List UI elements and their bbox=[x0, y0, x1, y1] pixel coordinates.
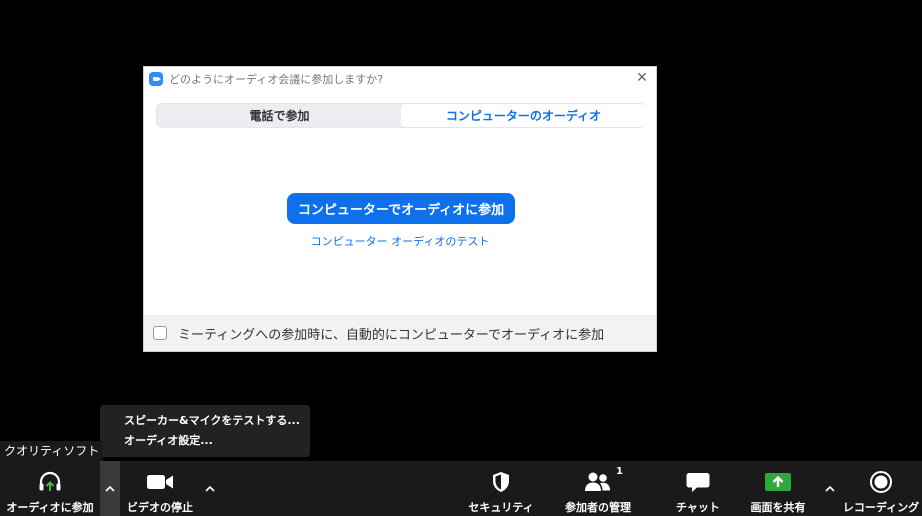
share-screen-icon bbox=[764, 467, 792, 497]
stop-video-button[interactable]: ビデオの停止 bbox=[120, 461, 200, 516]
chevron-up-icon bbox=[825, 485, 835, 492]
share-screen-button[interactable]: 画面を共有 bbox=[738, 461, 818, 516]
recording-label: レコーディング bbox=[842, 501, 920, 514]
chat-label: チャット bbox=[676, 501, 720, 514]
share-options-chevron[interactable] bbox=[820, 461, 840, 516]
join-audio-label: オーディオに参加 bbox=[6, 501, 94, 514]
shield-icon bbox=[491, 467, 511, 497]
tab-phone[interactable]: 電話で参加 bbox=[157, 104, 402, 127]
chevron-up-icon bbox=[205, 485, 215, 492]
headphones-icon bbox=[37, 467, 63, 497]
share-screen-label: 画面を共有 bbox=[750, 501, 806, 514]
audio-options-chevron[interactable] bbox=[100, 461, 120, 516]
record-icon bbox=[869, 467, 893, 497]
participants-button[interactable]: 参加者の管理 bbox=[552, 461, 644, 516]
zoom-app-icon bbox=[149, 72, 163, 86]
participants-icon bbox=[583, 467, 613, 497]
close-icon[interactable]: ✕ bbox=[634, 70, 650, 86]
menu-item-audio-settings[interactable]: オーディオ設定... bbox=[100, 431, 310, 451]
chevron-up-icon bbox=[105, 485, 115, 492]
chat-button[interactable]: チャット bbox=[670, 461, 726, 516]
join-audio-button[interactable]: オーディオに参加 bbox=[0, 461, 100, 516]
stop-video-label: ビデオの停止 bbox=[127, 501, 193, 514]
test-computer-audio-link[interactable]: コンピューター オーディオのテスト bbox=[144, 233, 656, 249]
video-options-chevron[interactable] bbox=[200, 461, 220, 516]
menu-item-test-speaker-mic[interactable]: スピーカー&マイクをテストする... bbox=[100, 411, 310, 431]
join-computer-audio-button[interactable]: コンピューターでオーディオに参加 bbox=[287, 193, 515, 224]
auto-join-checkbox[interactable] bbox=[153, 326, 167, 340]
recording-button[interactable]: レコーディング bbox=[840, 461, 922, 516]
participants-label: 参加者の管理 bbox=[565, 501, 631, 514]
auto-join-label: ミーティングへの参加時に、自動的にコンピューターでオーディオに参加 bbox=[178, 327, 605, 343]
meeting-toolbar: オーディオに参加 ビデオの停止 セキュリティ 参加者の管理 1 チャット 画面を… bbox=[0, 461, 922, 516]
join-audio-dialog: どのようにオーディオ会議に参加しますか? ✕ 電話で参加 コンピューターのオーデ… bbox=[143, 66, 657, 352]
tab-computer-audio[interactable]: コンピューターのオーディオ bbox=[401, 104, 646, 127]
participant-name-label: クオリティソフト bbox=[0, 441, 104, 461]
audio-tabs: 電話で参加 コンピューターのオーディオ bbox=[156, 103, 646, 128]
audio-options-menu: スピーカー&マイクをテストする... オーディオ設定... bbox=[100, 405, 310, 457]
dialog-footer: ミーティングへの参加時に、自動的にコンピューターでオーディオに参加 bbox=[144, 315, 656, 351]
dialog-titlebar: どのようにオーディオ会議に参加しますか? ✕ bbox=[144, 67, 656, 91]
security-label: セキュリティ bbox=[468, 501, 534, 514]
dialog-title: どのようにオーディオ会議に参加しますか? bbox=[169, 73, 384, 86]
chat-bubble-icon bbox=[685, 467, 711, 497]
video-camera-icon bbox=[145, 467, 175, 497]
security-button[interactable]: セキュリティ bbox=[466, 461, 536, 516]
participant-count-badge: 1 bbox=[616, 466, 623, 477]
